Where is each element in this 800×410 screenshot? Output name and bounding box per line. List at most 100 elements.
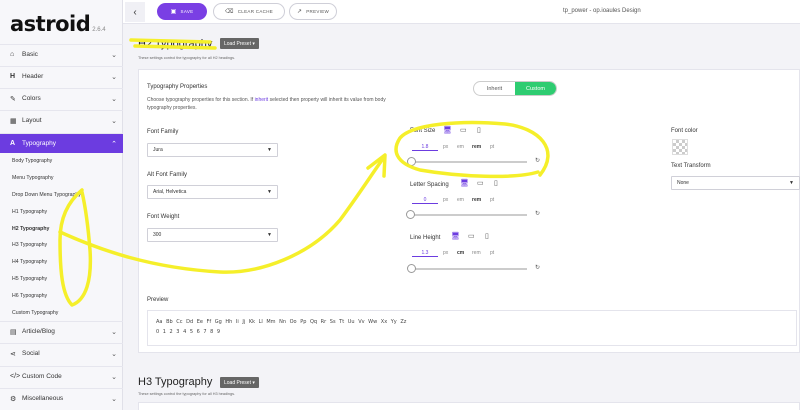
sidebar-item-label: Basic — [22, 51, 38, 58]
chevron-down-icon: ⌄ — [111, 95, 117, 103]
text-transform-select[interactable]: None ▼ — [671, 176, 800, 190]
reset-icon[interactable]: ↻ — [535, 157, 540, 164]
alt-font-family-label: Alt Font Family — [147, 172, 188, 178]
font-size-slider[interactable] — [410, 161, 527, 163]
save-button-label: SAVE — [180, 9, 194, 14]
font-color-label: Font color — [671, 128, 698, 134]
unit-px[interactable]: px — [443, 144, 448, 150]
letter-spacing-slider-handle[interactable] — [406, 210, 415, 219]
sidebar-subitem-custom-typography[interactable]: Custom Typography — [12, 310, 58, 316]
unit-rem[interactable]: rem — [472, 197, 481, 203]
font-weight-value: 300 — [153, 232, 162, 238]
external-link-icon: ↗ — [296, 9, 303, 15]
font-size-label: Font Size — [410, 128, 436, 134]
tablet-icon[interactable]: ▭ — [477, 179, 484, 187]
file-icon: ▤ — [10, 328, 17, 336]
sidebar-subitem-h6-typography[interactable]: H6 Typography — [12, 293, 47, 299]
mobile-icon[interactable]: ▯ — [485, 232, 489, 240]
sidebar-item-label: Layout — [22, 117, 42, 124]
unit-pt[interactable]: pt — [490, 144, 494, 150]
desktop-icon[interactable]: 🖥 — [443, 126, 452, 134]
sidebar-item-social[interactable]: ⋖ Social ⌄ — [0, 343, 123, 363]
caret-down-icon: ▼ — [267, 189, 272, 195]
desktop-icon[interactable]: 🖥 — [451, 232, 460, 240]
sidebar-subitem-h3-typography[interactable]: H3 Typography — [12, 242, 47, 248]
desktop-icon[interactable]: 🖥 — [460, 179, 469, 187]
h3-settings-card — [138, 402, 800, 410]
layout-icon: ▦ — [10, 117, 17, 125]
unit-px[interactable]: px — [443, 250, 448, 256]
line-height-slider[interactable] — [410, 268, 527, 270]
font-family-label: Font Family — [147, 129, 179, 135]
letter-spacing-label: Letter Spacing — [410, 182, 449, 188]
tablet-icon[interactable]: ▭ — [460, 126, 467, 134]
tablet-icon[interactable]: ▭ — [468, 232, 475, 240]
chevron-down-icon: ⌄ — [111, 73, 117, 81]
code-icon: </> — [10, 373, 21, 380]
sidebar-subitem-h1-typography[interactable]: H1 Typography — [12, 209, 47, 215]
toggle-inherit[interactable]: Inherit — [474, 82, 515, 95]
clear-cache-label: CLEAR CACHE — [237, 9, 274, 14]
h2-load-preset-button[interactable]: Load Preset ▾ — [220, 38, 259, 49]
mobile-icon[interactable]: ▯ — [494, 179, 498, 187]
unit-px[interactable]: px — [443, 197, 448, 203]
sidebar-item-custom-code[interactable]: </> Custom Code ⌄ — [0, 366, 123, 386]
back-button[interactable]: ‹ — [125, 2, 145, 22]
unit-rem[interactable]: rem — [472, 250, 481, 256]
font-weight-select[interactable]: 300 ▼ — [147, 228, 278, 242]
font-size-slider-handle[interactable] — [407, 157, 416, 166]
preview-digits: 0 1 2 3 4 5 6 7 8 9 — [156, 329, 221, 335]
sidebar-item-layout[interactable]: ▦ Layout ⌄ — [0, 110, 123, 130]
unit-pt[interactable]: pt — [490, 250, 494, 256]
toggle-custom[interactable]: Custom — [515, 82, 556, 95]
sidebar-subitem-h5-typography[interactable]: H5 Typography — [12, 276, 47, 282]
sidebar-item-header[interactable]: H Header ⌄ — [0, 66, 123, 86]
sidebar-item-label: Typography — [22, 140, 56, 147]
typography-preview: Aa Bb Cc Dd Ee Ff Gg Hh Ii Jj Kk Ll Mm N… — [147, 310, 797, 346]
font-color-picker[interactable] — [672, 139, 688, 155]
unit-em[interactable]: em — [457, 197, 464, 203]
sidebar-subitem-h4-typography[interactable]: H4 Typography — [12, 259, 47, 265]
unit-cm[interactable]: cm — [457, 250, 464, 256]
sidebar-subitem-dropdown-typography[interactable]: Drop Down Menu Typography — [12, 192, 81, 198]
sidebar-item-typography[interactable]: A Typography ⌃ — [0, 133, 123, 153]
chevron-down-icon: ⌄ — [111, 350, 117, 358]
sidebar-subitem-menu-typography[interactable]: Menu Typography — [12, 175, 53, 181]
h3-section-description: These settings control the typography fo… — [138, 392, 236, 396]
font-family-select[interactable]: Jura ▼ — [147, 143, 278, 157]
alt-font-family-select[interactable]: Arial, Helvetica ▼ — [147, 185, 278, 199]
h3-load-preset-button[interactable]: Load Preset ▾ — [220, 377, 259, 388]
font-size-input[interactable]: 1.8 — [412, 144, 438, 151]
chevron-up-icon: ⌃ — [111, 140, 117, 148]
clear-cache-button[interactable]: ⌫ CLEAR CACHE — [213, 3, 285, 20]
line-height-label: Line Height — [410, 235, 441, 241]
letter-spacing-slider[interactable] — [410, 214, 527, 216]
logo: astroid 2.6.4 — [0, 0, 122, 40]
preview-button[interactable]: ↗ PREVIEW — [289, 3, 337, 20]
sidebar-item-basic[interactable]: ⌂ Basic ⌄ — [0, 44, 123, 64]
line-height-input[interactable]: 1.3 — [412, 250, 438, 257]
caret-down-icon: ▼ — [267, 232, 272, 238]
sidebar-item-label: Social — [22, 350, 40, 357]
font-icon: A — [10, 140, 16, 147]
chevron-down-icon: ⌄ — [111, 117, 117, 125]
unit-rem[interactable]: rem — [472, 144, 481, 150]
sidebar-subitem-body-typography[interactable]: Body Typography — [12, 158, 52, 164]
sidebar-item-miscellaneous[interactable]: ⚙ Miscellaneous ⌄ — [0, 388, 123, 408]
reset-icon[interactable]: ↻ — [535, 264, 540, 271]
letter-spacing-input[interactable]: 0 — [412, 197, 438, 204]
unit-pt[interactable]: pt — [490, 197, 494, 203]
font-weight-label: Font Weight — [147, 214, 180, 220]
inherit-custom-toggle[interactable]: Inherit Custom — [473, 81, 557, 96]
reset-icon[interactable]: ↻ — [535, 210, 540, 217]
save-button[interactable]: ▣ SAVE — [157, 3, 207, 20]
mobile-icon[interactable]: ▯ — [477, 126, 481, 134]
sidebar-subitem-h2-typography[interactable]: H2 Typography — [12, 226, 49, 232]
font-family-value: Jura — [153, 147, 163, 153]
sidebar-item-article-blog[interactable]: ▤ Article/Blog ⌄ — [0, 321, 123, 341]
typography-properties-title: Typography Properties — [147, 84, 208, 90]
unit-em[interactable]: em — [457, 144, 464, 150]
header-icon: H — [10, 73, 16, 80]
sidebar-item-colors[interactable]: ✎ Colors ⌄ — [0, 88, 123, 108]
line-height-slider-handle[interactable] — [407, 264, 416, 273]
